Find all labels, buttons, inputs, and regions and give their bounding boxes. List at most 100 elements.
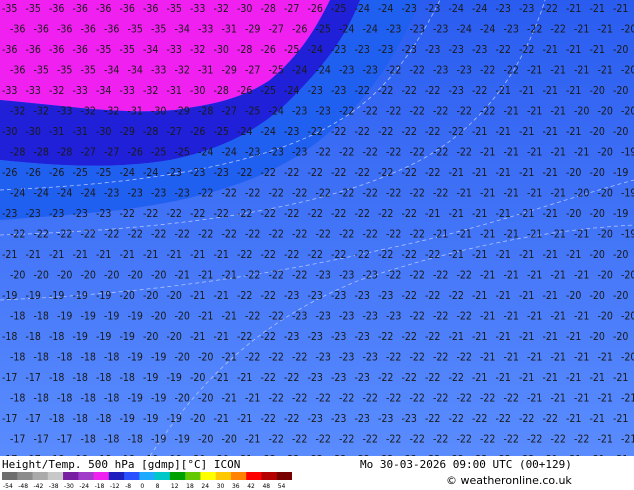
temperature-value: -21: [73, 249, 88, 261]
temperature-value: -21: [190, 290, 205, 302]
temperature-value: -35: [57, 65, 72, 77]
temperature-value: -24: [143, 167, 158, 179]
temperature-value: -21: [566, 249, 581, 261]
temperature-value: -22: [457, 311, 472, 323]
temperature-value: -20: [590, 208, 605, 220]
temperature-value: -22: [269, 434, 284, 446]
temperature-value: -22: [386, 229, 401, 241]
temperature-value: -19: [151, 352, 166, 364]
temperature-value: -22: [269, 393, 284, 405]
temperature-value: -21: [519, 85, 534, 97]
temperature-value: -21: [543, 126, 558, 138]
temperature-value: -19: [120, 413, 135, 425]
temperature-value: -33: [73, 85, 88, 97]
temperature-value: -21: [613, 372, 628, 384]
temperature-value: -19: [151, 393, 166, 405]
temperature-value: -18: [10, 393, 25, 405]
temperature-value: -21: [2, 249, 17, 261]
temperature-value: -23: [331, 331, 346, 343]
temperature-value: -22: [425, 372, 440, 384]
temperature-value: -22: [284, 167, 299, 179]
temperature-value: -25: [284, 44, 299, 56]
temperature-value: -25: [151, 147, 166, 159]
temperature-value: -21: [527, 393, 542, 405]
temperature-value: -21: [472, 249, 487, 261]
temperature-value: -20: [222, 434, 237, 446]
temperature-value: -22: [190, 208, 205, 220]
temperature-value: -23: [73, 208, 88, 220]
temperature-value: -22: [363, 106, 378, 118]
temperature-value: -20: [621, 24, 634, 36]
temperature-value: -20: [590, 331, 605, 343]
temperature-value: -22: [167, 208, 182, 220]
temperature-value: -20: [10, 270, 25, 282]
temperature-value: -23: [308, 413, 323, 425]
temperature-value: -26: [261, 44, 276, 56]
colorbar-label: 30: [217, 483, 225, 490]
temperature-value: -21: [574, 393, 589, 405]
temperature-value: -22: [386, 393, 401, 405]
temperature-value: -23: [339, 352, 354, 364]
temperature-value: -24: [120, 167, 135, 179]
colorbar-swatch: [154, 472, 171, 480]
temperature-value: -23: [378, 290, 393, 302]
temperature-value: -22: [198, 229, 213, 241]
temperature-value: -31: [222, 24, 237, 36]
temperature-value: -35: [96, 44, 111, 56]
temperature-value: -21: [566, 44, 581, 56]
temperature-value: -17: [26, 413, 41, 425]
temperature-value: -19: [613, 167, 628, 179]
temperature-value: -33: [190, 3, 205, 15]
temperature-map-canvas: -35 -35 -36 -36 -36 -36 -36 -35 -33 -32 -30 -28 -27-…: [0, 0, 634, 490]
temperature-value: -36: [2, 44, 17, 56]
temperature-value: -20: [175, 393, 190, 405]
temperature-value: -23: [308, 290, 323, 302]
temperature-value: -21: [519, 372, 534, 384]
temperature-value: -21: [214, 249, 229, 261]
temperature-value: -22: [261, 331, 276, 343]
temperature-value: -23: [128, 188, 143, 200]
temperature-value: -32: [81, 106, 96, 118]
temperature-value: -19: [613, 208, 628, 220]
temperature-value: -21: [519, 126, 534, 138]
temperature-value: -30: [96, 126, 111, 138]
credit-link[interactable]: © weatheronline.co.uk: [446, 474, 572, 487]
temperature-value: -33: [57, 106, 72, 118]
temperature-value: -22: [386, 65, 401, 77]
temperature-value: -18: [104, 393, 119, 405]
colorbar-label: 24: [201, 483, 209, 490]
temperature-value: -25: [73, 167, 88, 179]
temperature-value: -20: [613, 85, 628, 97]
temperature-value: -36: [10, 65, 25, 77]
temperature-value: -22: [269, 352, 284, 364]
temperature-value: -20: [590, 249, 605, 261]
temperature-value: -22: [496, 44, 511, 56]
temperature-value: -22: [308, 208, 323, 220]
temperature-value: -22: [425, 413, 440, 425]
temperature-value: -20: [574, 106, 589, 118]
temperature-value: -18: [34, 393, 49, 405]
temperature-value: -23: [519, 3, 534, 15]
temperature-value: -17: [57, 434, 72, 446]
temperature-value: -23: [2, 208, 17, 220]
temperature-value: -22: [284, 413, 299, 425]
temperature-value: -22: [331, 208, 346, 220]
temperature-value: -19: [73, 290, 88, 302]
temperature-value: -20: [34, 270, 49, 282]
temperature-value: -21: [613, 3, 628, 15]
temperature-value: -22: [504, 434, 519, 446]
temperature-value: -21: [496, 167, 511, 179]
temperature-value: -35: [167, 3, 182, 15]
temperature-value: -23: [316, 311, 331, 323]
temperature-value: -25: [269, 65, 284, 77]
temperature-value: -27: [104, 147, 119, 159]
temperature-value: -22: [316, 393, 331, 405]
temperature-value: -27: [222, 106, 237, 118]
temperature-value: -18: [2, 331, 17, 343]
temperature-value: -20: [613, 331, 628, 343]
temperature-value: -23: [190, 167, 205, 179]
temperature-value: -36: [26, 44, 41, 56]
temperature-value: -24: [316, 65, 331, 77]
temperature-value: -24: [269, 106, 284, 118]
temperature-value: -23: [339, 65, 354, 77]
